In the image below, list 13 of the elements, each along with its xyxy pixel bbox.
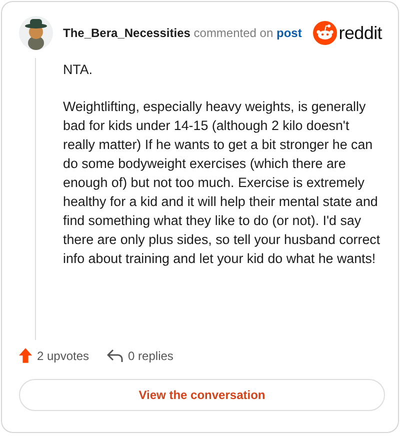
upvote-icon (19, 348, 32, 363)
comment-paragraph: NTA. (63, 61, 94, 79)
view-conversation-button[interactable]: View the conversation (19, 379, 385, 411)
comment-paragraph: Weightlifting, especially heavy weights, is generally bad for kids under 14-15 (although 2 kilo doesn't really matter) If he wants to get a bit stronger he can do some bodyweight exercises (which there are enough of) but not too much. Exercise is extremely healthy for a kid and it will help their mental state and find something what they like to do (or not). I'd say there are only plus sides, so tell your husband correct info about training and let your kid do what he wants! (63, 98, 382, 268)
snoo-logo-icon (312, 21, 337, 45)
reply-count: 0 replies (128, 348, 174, 362)
avatar-icon (19, 16, 53, 50)
username[interactable]: The_Bera_Necessities (63, 26, 190, 40)
reply-icon (107, 348, 124, 362)
upvote-count: 2 upvotes (37, 348, 90, 362)
action-text: commented on (194, 26, 274, 40)
post-link[interactable]: post (276, 26, 302, 40)
brand-name: reddit (338, 22, 382, 44)
